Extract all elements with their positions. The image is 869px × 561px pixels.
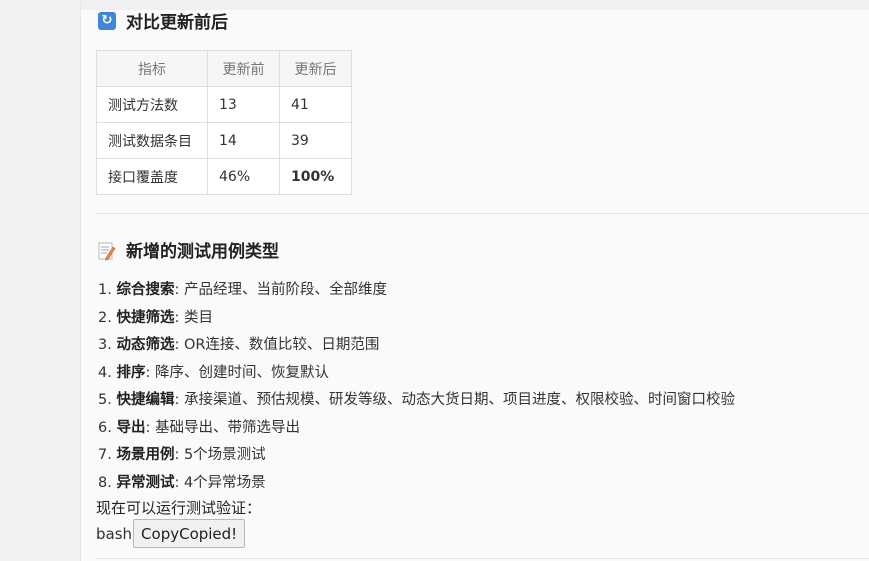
- table-cell: 接口覆盖度: [96, 158, 208, 195]
- list-item: 7. 场景用例: 5个场景测试: [98, 447, 266, 463]
- code-language-label: bash: [96, 524, 133, 543]
- table-row: 测试方法数 13 41: [96, 86, 352, 123]
- memo-icon: [98, 241, 116, 260]
- table-cell: 100%: [279, 158, 352, 195]
- list-item: 3. 动态筛选: OR连接、数值比较、日期范围: [98, 337, 380, 353]
- table-cell: 46%: [207, 158, 280, 195]
- refresh-icon: ↻: [98, 11, 116, 30]
- list-item: 2. 快捷筛选: 类目: [98, 309, 213, 326]
- run-tests-note: 现在可以运行测试验证：: [96, 499, 262, 517]
- list-item: 4. 排序: 降序、创建时间、恢复默认: [98, 364, 329, 381]
- table-row: 测试数据条目 14 39: [96, 122, 352, 159]
- list-item: 8. 异常测试: 4个异常场景: [98, 474, 266, 491]
- table-header-cell: 更新后: [279, 50, 352, 87]
- copy-button[interactable]: CopyCopied!: [133, 519, 246, 548]
- table-cell: 13: [207, 86, 280, 123]
- table-cell: 39: [279, 122, 352, 159]
- section-title: 对比更新前后: [126, 13, 228, 33]
- list-item: 6. 导出: 基础导出、带筛选导出: [98, 419, 300, 436]
- table-header-cell: 指标: [96, 50, 208, 87]
- table-header-cell: 更新前: [207, 50, 280, 87]
- feature-list: 1. 综合搜索: 产品经理、当前阶段、全部维度 2. 快捷筛选: 类目 3. 动…: [98, 280, 735, 500]
- table-cell: 14: [207, 122, 280, 159]
- table-row: 接口覆盖度 46% 100%: [96, 158, 352, 195]
- section-heading-compare: ↻ 对比更新前后: [98, 8, 228, 33]
- left-gutter: [0, 0, 81, 561]
- code-block-header: bash CopyCopied!: [96, 519, 246, 548]
- table-cell: 测试方法数: [96, 86, 208, 123]
- section-divider: [96, 213, 869, 214]
- table-cell: 测试数据条目: [96, 122, 208, 159]
- comparison-table: 指标 更新前 更新后 测试方法数 13 41 测试数据条目 14 39 接口覆盖…: [96, 50, 352, 195]
- section-title: 新增的测试用例类型: [126, 242, 279, 262]
- table-header-row: 指标 更新前 更新后: [96, 50, 352, 87]
- section-heading-new-cases: 新增的测试用例类型: [98, 237, 279, 262]
- code-block-top-border: [96, 558, 869, 559]
- list-item: 5. 快捷编辑: 承接渠道、预估规模、研发等级、动态大货日期、项目进度、权限校验…: [98, 392, 735, 408]
- table-cell: 41: [279, 86, 352, 123]
- list-item: 1. 综合搜索: 产品经理、当前阶段、全部维度: [98, 282, 387, 298]
